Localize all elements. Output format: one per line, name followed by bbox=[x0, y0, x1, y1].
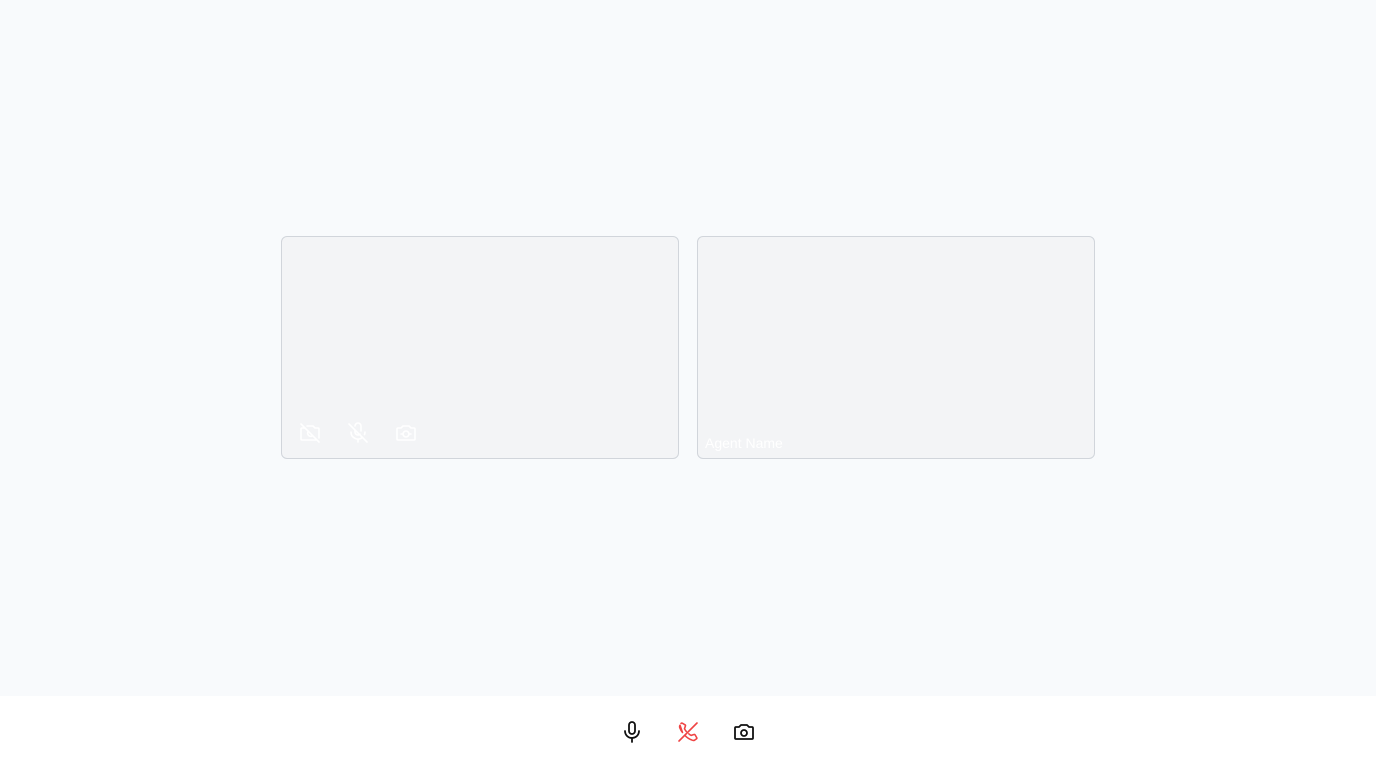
switch-camera-icon bbox=[396, 425, 416, 441]
microphone-off-icon bbox=[348, 422, 368, 443]
microphone-off-button[interactable] bbox=[346, 421, 370, 445]
call-control-bar bbox=[0, 696, 1376, 768]
end-call-button[interactable] bbox=[676, 720, 700, 744]
video-stage: Agent Name bbox=[0, 0, 1376, 696]
agent-name-label: Agent Name bbox=[705, 435, 783, 451]
call-controls bbox=[620, 720, 756, 744]
end-call-icon bbox=[678, 722, 698, 742]
remote-video-tile: Agent Name bbox=[697, 236, 1095, 459]
camera-off-icon bbox=[300, 423, 320, 443]
microphone-button[interactable] bbox=[620, 720, 644, 744]
switch-camera-button[interactable] bbox=[394, 421, 418, 445]
camera-off-button[interactable] bbox=[298, 421, 322, 445]
camera-button[interactable] bbox=[732, 720, 756, 744]
camera-icon bbox=[734, 724, 754, 740]
local-tile-controls bbox=[298, 421, 418, 445]
microphone-icon bbox=[624, 721, 640, 743]
local-video-tile bbox=[281, 236, 679, 459]
